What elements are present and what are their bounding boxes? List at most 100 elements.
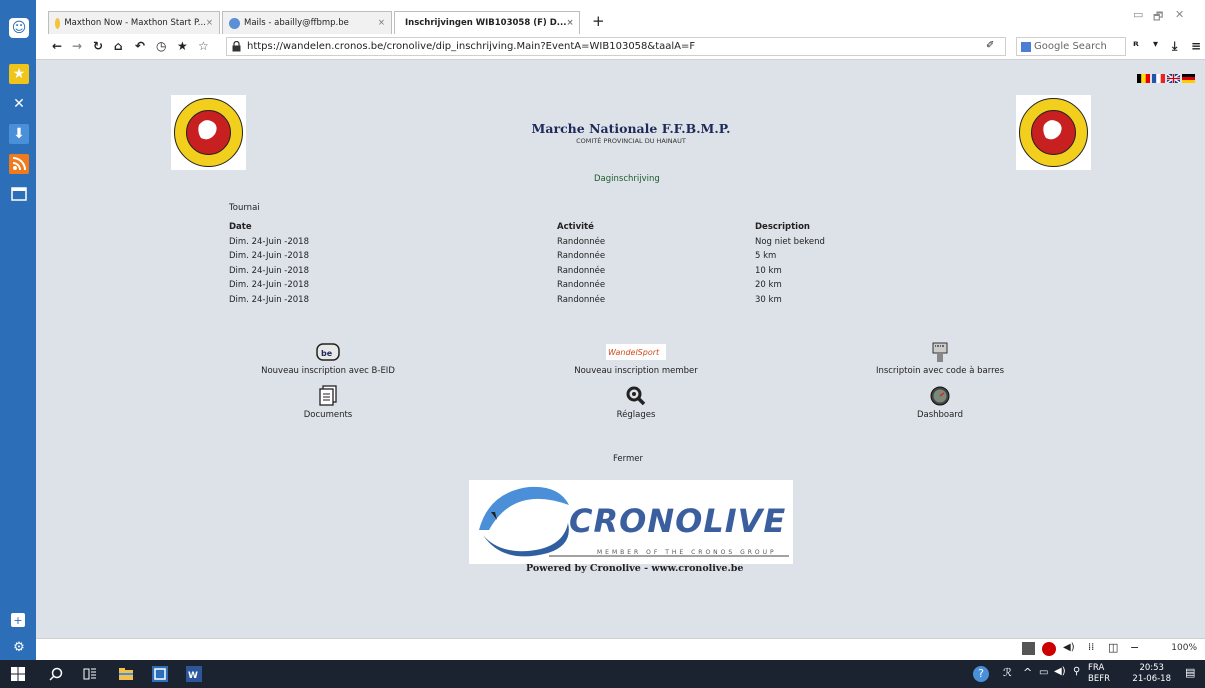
table-cell-description: 20 km bbox=[755, 280, 782, 291]
people-icon[interactable]: ℛ bbox=[1003, 666, 1012, 679]
file-explorer-icon[interactable] bbox=[118, 666, 134, 682]
word-icon[interactable]: W bbox=[186, 666, 202, 682]
member-registration-button[interactable]: WandelSport Nouveau inscription member bbox=[546, 341, 726, 376]
barcode-registration-button[interactable]: Inscriptoin avec code à barres bbox=[850, 341, 1030, 376]
close-icon[interactable]: × bbox=[206, 18, 213, 28]
window-icon[interactable] bbox=[9, 184, 29, 204]
page-subtitle: COMITÉ PROVINCIAL DU HAINAUT bbox=[576, 137, 686, 145]
favorites-star-icon[interactable]: ★ bbox=[9, 64, 29, 84]
lock-icon bbox=[232, 41, 241, 52]
tab-inschrijvingen[interactable]: Inschrijvingen WIB103058 (F) D... × bbox=[394, 11, 580, 34]
zoom-out-icon[interactable]: − bbox=[1130, 641, 1139, 654]
flag-fr-icon[interactable] bbox=[1152, 74, 1165, 83]
cronolive-logo-subtext: MEMBER OF THE CRONOS GROUP bbox=[597, 549, 777, 556]
windows-start-icon[interactable] bbox=[10, 666, 26, 682]
documents-button[interactable]: Documents bbox=[238, 385, 418, 420]
svg-text:be: be bbox=[321, 349, 333, 358]
battery-icon[interactable]: ▭ bbox=[1039, 667, 1048, 678]
forward-icon[interactable]: → bbox=[72, 39, 82, 53]
task-view-icon[interactable] bbox=[82, 666, 98, 682]
home-icon[interactable]: ⌂ bbox=[114, 39, 123, 53]
maxthon-taskbar-icon[interactable] bbox=[152, 666, 168, 682]
flag-uk-icon[interactable] bbox=[1167, 74, 1180, 83]
table-cell-date: Dim. 24-Juin -2018 bbox=[229, 280, 309, 291]
barcode-registration-label: Inscriptoin avec code à barres bbox=[875, 366, 1005, 376]
tab-mails[interactable]: Mails - abailly@ffbmp.be × bbox=[222, 11, 392, 34]
beid-registration-label: Nouveau inscription avec B-EID bbox=[261, 366, 395, 376]
screenshot-icon[interactable] bbox=[1022, 642, 1035, 655]
minimize-icon[interactable]: ▭ bbox=[1133, 8, 1143, 21]
dropdown-icon[interactable]: ▾ bbox=[1153, 39, 1158, 50]
smiley-icon[interactable]: ☺ bbox=[9, 18, 29, 38]
search-engine-icon bbox=[1021, 41, 1031, 52]
flag-de-icon[interactable] bbox=[1182, 74, 1195, 83]
page-title-block: Marche Nationale F.F.B.M.P. COMITÉ PROVI… bbox=[516, 121, 746, 145]
refresh-icon[interactable]: ↻ bbox=[93, 39, 103, 53]
ffbmp-logo-icon bbox=[1019, 98, 1088, 167]
system-clock[interactable]: 20:53 21-06-18 bbox=[1132, 663, 1171, 685]
flag-be-icon[interactable] bbox=[1137, 74, 1150, 83]
add-panel-icon[interactable]: + bbox=[11, 613, 25, 627]
table-cell-activity: Randonnée bbox=[557, 251, 606, 262]
beid-registration-button[interactable]: be Nouveau inscription avec B-EID bbox=[238, 341, 418, 376]
new-tab-button[interactable]: + bbox=[592, 12, 605, 30]
tools-icon[interactable]: ✕ bbox=[9, 94, 29, 114]
history-icon[interactable]: ◷ bbox=[156, 39, 166, 53]
download-bar-icon[interactable]: ⤓ bbox=[1172, 39, 1177, 54]
table-cell-date: Dim. 24-Juin -2018 bbox=[229, 294, 309, 305]
sound-icon[interactable]: ◀) bbox=[1063, 642, 1075, 653]
magic-fill-icon[interactable]: ✐ bbox=[986, 40, 994, 51]
reader-icon[interactable]: ◫ bbox=[1108, 641, 1118, 654]
table-cell-activity: Randonnée bbox=[557, 265, 606, 276]
member-registration-label: Nouveau inscription member bbox=[574, 366, 698, 376]
language-indicator[interactable]: FRA BEFR bbox=[1088, 663, 1110, 685]
chevron-up-icon[interactable]: ^ bbox=[1023, 666, 1032, 679]
undo-icon[interactable]: ↶ bbox=[135, 39, 145, 53]
close-icon[interactable]: × bbox=[378, 18, 385, 28]
split-view-icon[interactable]: ⁞⁞ bbox=[1088, 642, 1094, 653]
settings-button[interactable]: Réglages bbox=[546, 385, 726, 420]
bookmark-star-icon[interactable]: ☆ bbox=[198, 39, 209, 53]
mail-tab-icon bbox=[229, 17, 240, 29]
table-cell-description: 10 km bbox=[755, 265, 782, 276]
maxthon-sidebar: ☺ ★ ✕ ⬇ + ⚙ bbox=[0, 0, 36, 660]
barcode-scanner-icon bbox=[932, 342, 948, 362]
powered-by-link[interactable]: Powered by Cronolive - www.cronolive.be bbox=[526, 563, 743, 574]
activity-column: Activité Randonnée Randonnée Randonnée R… bbox=[557, 220, 737, 308]
rss-icon[interactable] bbox=[9, 154, 29, 174]
documents-label: Documents bbox=[303, 410, 353, 420]
favorites-icon[interactable]: ★ bbox=[177, 39, 188, 53]
description-column: Description Nog niet bekend 5 km 10 km 2… bbox=[755, 220, 935, 308]
restore-icon[interactable]: 🗗 bbox=[1153, 8, 1163, 27]
network-icon[interactable]: ⚲ bbox=[1073, 666, 1080, 677]
table-cell-activity: Randonnée bbox=[557, 294, 606, 305]
tab-label: Mails - abailly@ffbmp.be bbox=[244, 18, 349, 28]
user-icon[interactable]: ᴿ bbox=[1133, 39, 1139, 53]
menu-icon[interactable]: ≡ bbox=[1191, 39, 1201, 53]
help-icon[interactable]: ? bbox=[973, 666, 989, 682]
back-icon[interactable]: ← bbox=[52, 39, 62, 53]
tab-maxthon-now[interactable]: Maxthon Now - Maxthon Start P... × bbox=[48, 11, 220, 34]
table-cell-description: 30 km bbox=[755, 294, 782, 305]
address-bar[interactable]: https://wandelen.cronos.be/cronolive/dip… bbox=[226, 37, 1006, 56]
maxthon-tab-icon bbox=[55, 17, 61, 29]
ffbmp-logo-icon bbox=[174, 98, 243, 167]
table-cell-date: Dim. 24-Juin -2018 bbox=[229, 251, 309, 262]
dashboard-button[interactable]: Dashboard bbox=[850, 385, 1030, 420]
close-icon[interactable]: × bbox=[567, 18, 574, 28]
search-box[interactable]: Google Search bbox=[1016, 37, 1126, 56]
keyboard-layout: BEFR bbox=[1088, 674, 1110, 684]
tab-label: Inschrijvingen WIB103058 (F) D... bbox=[405, 18, 567, 28]
settings-gear-icon[interactable]: ⚙ bbox=[9, 637, 29, 657]
zoom-level[interactable]: 100% bbox=[1171, 643, 1197, 653]
close-link[interactable]: Fermer bbox=[613, 454, 643, 464]
volume-icon[interactable]: ◀) bbox=[1054, 666, 1066, 677]
notifications-icon[interactable]: ▤ bbox=[1185, 666, 1195, 679]
download-icon[interactable]: ⬇ bbox=[9, 124, 29, 144]
search-icon[interactable] bbox=[48, 666, 64, 682]
date-header: Date bbox=[229, 222, 252, 232]
adblock-icon[interactable] bbox=[1042, 642, 1056, 656]
ffbmp-logo-left bbox=[171, 95, 246, 170]
close-window-icon[interactable]: ✕ bbox=[1175, 8, 1184, 21]
page-content: Marche Nationale F.F.B.M.P. COMITÉ PROVI… bbox=[36, 60, 1205, 638]
